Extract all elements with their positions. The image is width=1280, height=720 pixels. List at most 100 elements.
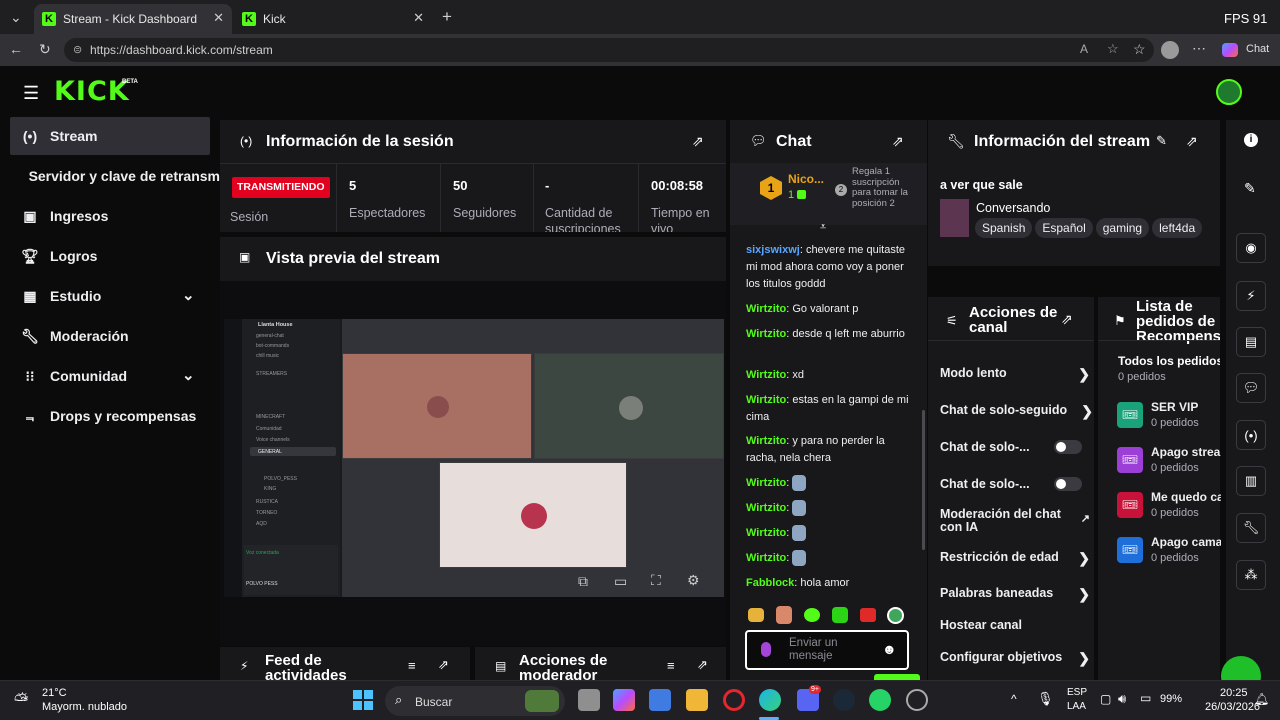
info-icon[interactable]: i <box>1244 133 1258 147</box>
tag[interactable]: Spanish <box>975 218 1033 238</box>
reward-title[interactable]: Apago strea <box>1151 445 1221 459</box>
layout-icon[interactable]: ▥ <box>1236 466 1266 496</box>
chat-username[interactable]: Wirtzito <box>746 394 786 406</box>
action-banned-words[interactable]: Palabras baneadas ❯ <box>940 586 1090 602</box>
microphone-icon[interactable] <box>761 642 771 657</box>
weather-temp[interactable]: 21°C <box>42 687 67 699</box>
favorite-star-icon[interactable]: ☆ <box>1107 41 1119 57</box>
all-requests-label[interactable]: Todos los pedidos <box>1118 354 1220 368</box>
emote-icon[interactable] <box>860 608 876 622</box>
clock-date[interactable]: 26/03/2026 <box>1205 701 1260 713</box>
action-age-restriction[interactable]: Restricción de edad ❯ <box>940 550 1090 566</box>
chat-username[interactable]: Wirtzito <box>746 502 786 514</box>
reward-title[interactable]: Me quedo ca <box>1151 490 1221 504</box>
chat-bubble-icon[interactable]: 💬︎ <box>1236 373 1266 403</box>
community-icon[interactable]: ⁂ <box>1236 560 1266 590</box>
lightning-icon[interactable]: ⚡︎ <box>1236 281 1266 311</box>
store-icon[interactable] <box>649 689 671 711</box>
action-slow-mode[interactable]: Modo lento ❯ <box>940 366 1090 382</box>
sidebar-item-comunidad[interactable]: ⁝⁝ Comunidad ⌄ <box>10 357 210 395</box>
tag[interactable]: Español <box>1035 218 1093 238</box>
volume-icon[interactable]: 🔊︎ <box>1118 691 1126 707</box>
sidebar-item-logros[interactable]: 🏆︎ Logros <box>10 237 210 275</box>
wrench-icon[interactable]: 🔧︎ <box>1236 513 1266 543</box>
battery-icon[interactable]: ▭ <box>1140 691 1151 705</box>
copilot-icon[interactable] <box>1222 43 1238 57</box>
copilot-icon[interactable] <box>613 689 635 711</box>
edge-icon[interactable] <box>759 689 781 711</box>
pinned-gifter-name[interactable]: Nico... <box>788 172 824 186</box>
tab-stream-dashboard[interactable]: K Stream - Kick Dashboard ✕ <box>34 4 232 34</box>
stream-preview-player[interactable]: Llanta House general-chat bot-commands c… <box>220 281 726 646</box>
chat-scrollbar[interactable] <box>922 410 925 550</box>
settings-gear-icon[interactable]: ⚙ <box>687 572 700 589</box>
taskbar-search[interactable]: ⌕ Buscar <box>385 686 565 716</box>
emoji-smile-icon[interactable]: ☻ <box>882 641 897 657</box>
favorites-icon[interactable]: ☆ <box>1133 41 1146 58</box>
copilot-chat-button[interactable]: Chat <box>1246 43 1269 55</box>
camera-icon[interactable]: ◉ <box>1236 233 1266 263</box>
action-host-channel[interactable]: Hostear canal <box>940 618 1090 632</box>
tab-kick[interactable]: K Kick ✕ <box>234 4 432 34</box>
popout-icon[interactable]: ⇗ <box>892 133 904 150</box>
chat-username[interactable]: Wirtzito <box>746 369 786 381</box>
sidebar-item-stream[interactable]: (•) Stream <box>10 117 210 155</box>
collapse-chevron-icon[interactable]: ⩡ <box>820 221 826 234</box>
edit-pencil-icon[interactable]: ✎ <box>1244 180 1256 197</box>
clock-time[interactable]: 20:25 <box>1220 687 1248 699</box>
emote-icon[interactable] <box>887 607 904 624</box>
reward-title[interactable]: Apago cama <box>1151 535 1221 549</box>
opera-icon[interactable] <box>723 689 745 711</box>
popout-icon[interactable]: ⇗ <box>1061 311 1073 328</box>
back-arrow-icon[interactable]: ← <box>9 41 23 57</box>
emote-icon[interactable] <box>804 608 820 622</box>
network-icon[interactable]: ▢ <box>1100 692 1111 706</box>
chat-username[interactable]: Wirtzito <box>746 527 786 539</box>
tag[interactable]: gaming <box>1095 218 1150 238</box>
kick-logo[interactable]: KICK <box>54 76 130 107</box>
chat-username[interactable]: Wirtzito <box>746 435 786 447</box>
popout-icon[interactable]: ⇗ <box>697 657 708 673</box>
sidebar-item-moderacion[interactable]: 🔧︎ Moderación <box>10 317 210 355</box>
chat-username[interactable]: Wirtzito <box>746 303 786 315</box>
filter-icon[interactable]: ≡ <box>408 658 416 673</box>
reload-icon[interactable]: ↻ <box>39 41 51 58</box>
subs-only-toggle[interactable] <box>1054 440 1082 454</box>
sidebar-item-server-key[interactable]: Servidor y clave de retransm <box>10 157 220 195</box>
reward-title[interactable]: SER VIP <box>1151 400 1198 414</box>
file-explorer-icon[interactable] <box>686 689 708 711</box>
microphone-icon[interactable]: 🎙︎ <box>1037 691 1054 707</box>
tab-list-chevron-icon[interactable]: ⌄ <box>10 9 22 26</box>
read-aloud-icon[interactable]: A <box>1080 42 1088 56</box>
close-tab-icon[interactable]: ✕ <box>413 10 424 26</box>
sidebar-item-estudio[interactable]: ▦ Estudio ⌄ <box>10 277 210 315</box>
chat-username[interactable]: Wirtzito <box>746 328 786 340</box>
chat-username[interactable]: Wirtzito <box>746 477 786 489</box>
windows-start-icon[interactable] <box>353 690 373 710</box>
tray-chevron-up-icon[interactable]: ^ <box>1011 692 1017 706</box>
emotes-only-toggle[interactable] <box>1054 477 1082 491</box>
popout-icon[interactable]: ⇗ <box>438 657 449 673</box>
url-field[interactable]: ⊜ https://dashboard.kick.com/stream A ☆ <box>64 38 1154 62</box>
action-ai-moderation[interactable]: Moderación del chat con IA ↗ <box>940 508 1090 534</box>
chat-username[interactable]: Fabblock <box>746 577 794 589</box>
chat-input[interactable]: Enviar un mensaje ☻ <box>745 630 909 670</box>
keyboard-layout[interactable]: LAA <box>1067 701 1086 712</box>
emote-icon[interactable] <box>748 608 764 622</box>
sidebar-item-drops[interactable]: ⫬ Drops y recompensas <box>10 397 210 435</box>
category-name[interactable]: Conversando <box>976 201 1050 215</box>
document-icon[interactable]: ▤ <box>1236 327 1266 357</box>
fullscreen-icon[interactable]: ⛶ <box>651 572 661 589</box>
tag[interactable]: left4da <box>1152 218 1203 238</box>
emote-icon[interactable] <box>776 606 792 624</box>
chat-username[interactable]: sixjswixwj <box>746 244 800 256</box>
emote-icon[interactable] <box>832 607 848 623</box>
chat-username[interactable]: Wirtzito <box>746 552 786 564</box>
language-code[interactable]: ESP <box>1067 687 1087 698</box>
steam-icon[interactable] <box>833 689 855 711</box>
popout-icon[interactable]: ⇗ <box>692 133 704 150</box>
pip-icon[interactable]: ⧉ <box>578 573 588 590</box>
action-followers-only[interactable]: Chat de solo-seguido ❯ <box>940 403 1093 419</box>
close-tab-icon[interactable]: ✕ <box>213 10 224 26</box>
popout-icon[interactable]: ⇗ <box>1186 133 1198 150</box>
